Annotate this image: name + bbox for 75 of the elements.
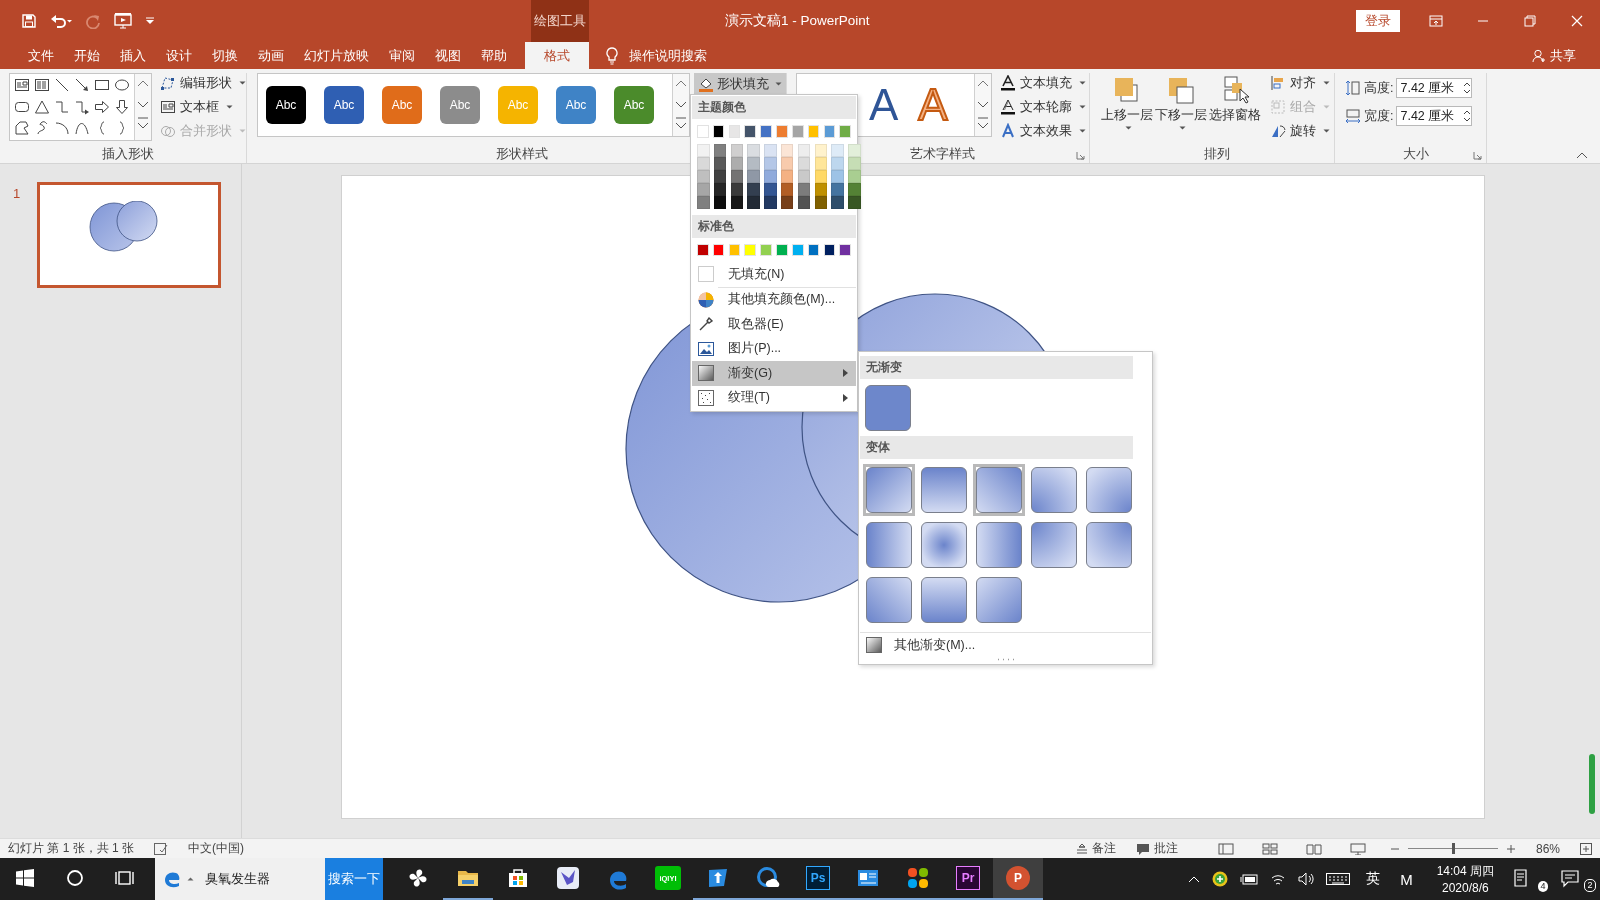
style-preset[interactable]: Abc	[324, 86, 364, 124]
app-logo: P	[1006, 866, 1030, 890]
notification-badge: 4	[1538, 881, 1548, 892]
group-label: 艺术字样式	[910, 145, 975, 163]
ribbon-tab[interactable]: 开始	[64, 42, 110, 69]
search-button[interactable]: 搜索一下	[325, 858, 383, 900]
edit-shape-button[interactable]: 编辑形状	[160, 73, 246, 93]
width-field[interactable]: 7.42 厘米	[1396, 106, 1473, 126]
shape-fill-button[interactable]: 形状填充	[694, 73, 786, 95]
height-field[interactable]: 7.42 厘米	[1396, 78, 1473, 98]
window-title: 演示文稿1 - PowerPoint	[725, 12, 870, 30]
menu-section-header: 标准色	[692, 214, 856, 238]
sign-in-button[interactable]: 登录	[1356, 10, 1400, 32]
ribbon-tab[interactable]: 幻灯片放映	[294, 42, 379, 69]
send-backward-button[interactable]: 下移一层	[1154, 73, 1208, 130]
share-button[interactable]: 共享	[1532, 42, 1600, 69]
menu-item[interactable]: 渐变(G)	[692, 361, 856, 386]
zoom-level-button[interactable]: 86%	[1535, 841, 1560, 856]
search-input[interactable]: 臭氧发生器	[197, 870, 317, 888]
ribbon-tab[interactable]: 动画	[248, 42, 294, 69]
value-input[interactable]: 7.42 厘米	[1397, 109, 1464, 123]
menu-item[interactable]: 其他填充颜色(M)...	[692, 287, 856, 312]
text-box-button[interactable]: 文本框	[160, 97, 246, 117]
slide-number: 1	[12, 185, 22, 201]
text-outline-button[interactable]: 文本轮廓	[1000, 97, 1086, 117]
context-tab-label: 绘图工具	[531, 0, 589, 42]
ribbon-tab[interactable]: 文件	[18, 42, 64, 69]
tell-me-search[interactable]: 操作说明搜索	[629, 46, 707, 65]
group-label: 排列	[1204, 145, 1230, 163]
style-preset[interactable]: Abc	[266, 86, 306, 124]
menu-item[interactable]: 无填充(N)	[692, 262, 856, 287]
ime-mode-button[interactable]: M	[1390, 858, 1423, 900]
comments-button[interactable]: 批注	[1135, 840, 1178, 857]
search-field[interactable]: 臭氧发生器	[155, 858, 325, 900]
taskbar-button[interactable]: P	[993, 858, 1043, 900]
ime-button[interactable]: 英	[1356, 858, 1391, 900]
notification-badge: 2	[1584, 879, 1596, 892]
ribbon-tab[interactable]: 插入	[110, 42, 156, 69]
menu-section-header: 无渐变	[860, 356, 1133, 379]
style-preset[interactable]: Abc	[556, 86, 596, 124]
group-label: 形状样式	[495, 145, 548, 163]
ribbon-tab[interactable]: 视图	[425, 42, 471, 69]
app-logo: Ps	[806, 866, 830, 890]
clock-time: 14:04 周四	[1436, 863, 1494, 880]
bring-forward-button[interactable]: 上移一层	[1100, 73, 1154, 130]
slide-counter: 幻灯片 第 1 张，共 1 张	[8, 840, 135, 857]
menu-item[interactable]: 图片(P)...	[692, 336, 856, 361]
style-preset[interactable]: Abc	[614, 86, 654, 124]
notes-button[interactable]: 备注	[1075, 840, 1116, 857]
text-fill-button[interactable]: 文本填充	[1000, 73, 1086, 93]
selection-pane-button[interactable]: 选择窗格	[1208, 73, 1262, 124]
menu-item[interactable]: 纹理(T)	[692, 385, 856, 410]
ribbon-tab[interactable]: 格式	[525, 42, 589, 69]
group-label: 插入形状	[101, 145, 154, 163]
value-input[interactable]: 7.42 厘米	[1397, 81, 1464, 95]
language-indicator[interactable]: 中文(中国)	[188, 840, 245, 857]
field-label: 宽度:	[1364, 107, 1394, 125]
text-effects-button[interactable]: 文本效果	[1000, 121, 1086, 141]
clock-date: 2020/8/6	[1441, 881, 1489, 895]
menu-section-header: 变体	[860, 436, 1133, 459]
ribbon-tab[interactable]: 切换	[202, 42, 248, 69]
field-label: 高度:	[1364, 79, 1394, 97]
app-logo: Pr	[956, 866, 980, 890]
menu-item[interactable]: 其他渐变(M)...	[860, 633, 1151, 658]
align-button[interactable]: 对齐	[1270, 73, 1330, 93]
wordart-sample[interactable]: A	[869, 83, 899, 127]
menu-item[interactable]: 取色器(E)	[692, 312, 856, 337]
ribbon-tab[interactable]: 设计	[156, 42, 202, 69]
menu-section-header: 主题颜色	[692, 96, 856, 119]
taskbar-button[interactable]: Ps	[793, 858, 843, 900]
rotate-button[interactable]: 旋转	[1270, 121, 1330, 141]
ribbon-tab[interactable]: 审阅	[379, 42, 425, 69]
clock-button[interactable]: 14:04 周四 2020/8/6	[1422, 858, 1504, 900]
group-label: 大小	[1402, 145, 1429, 163]
ribbon-tab[interactable]: 帮助	[471, 42, 517, 69]
